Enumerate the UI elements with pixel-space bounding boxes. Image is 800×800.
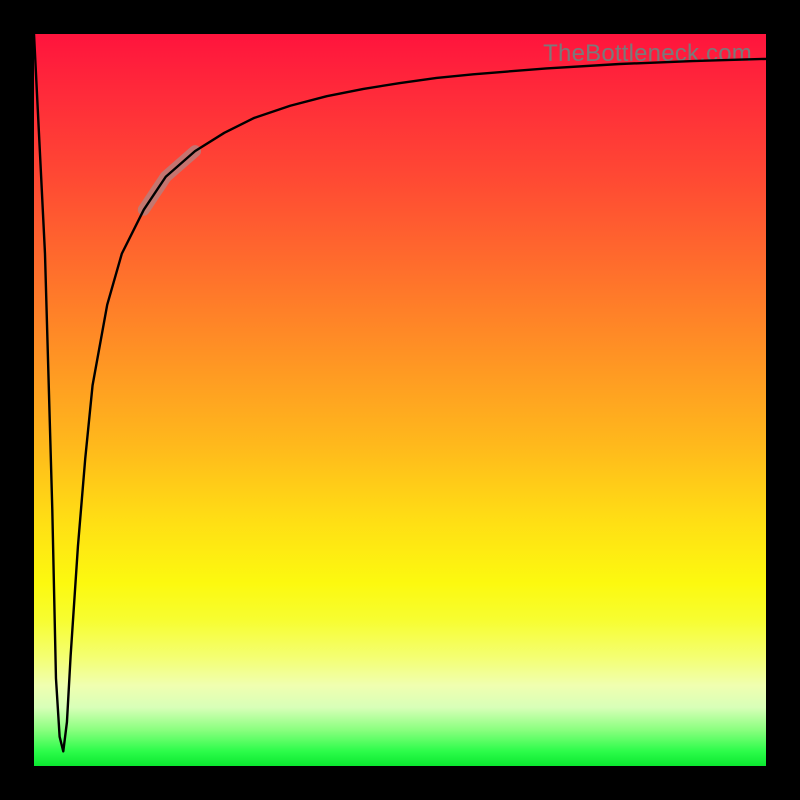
curve-line <box>34 34 766 751</box>
chart-frame: TheBottleneck.com <box>0 0 800 800</box>
curve-svg <box>34 34 766 766</box>
plot-area: TheBottleneck.com <box>34 34 766 766</box>
curve-highlight <box>144 151 195 210</box>
